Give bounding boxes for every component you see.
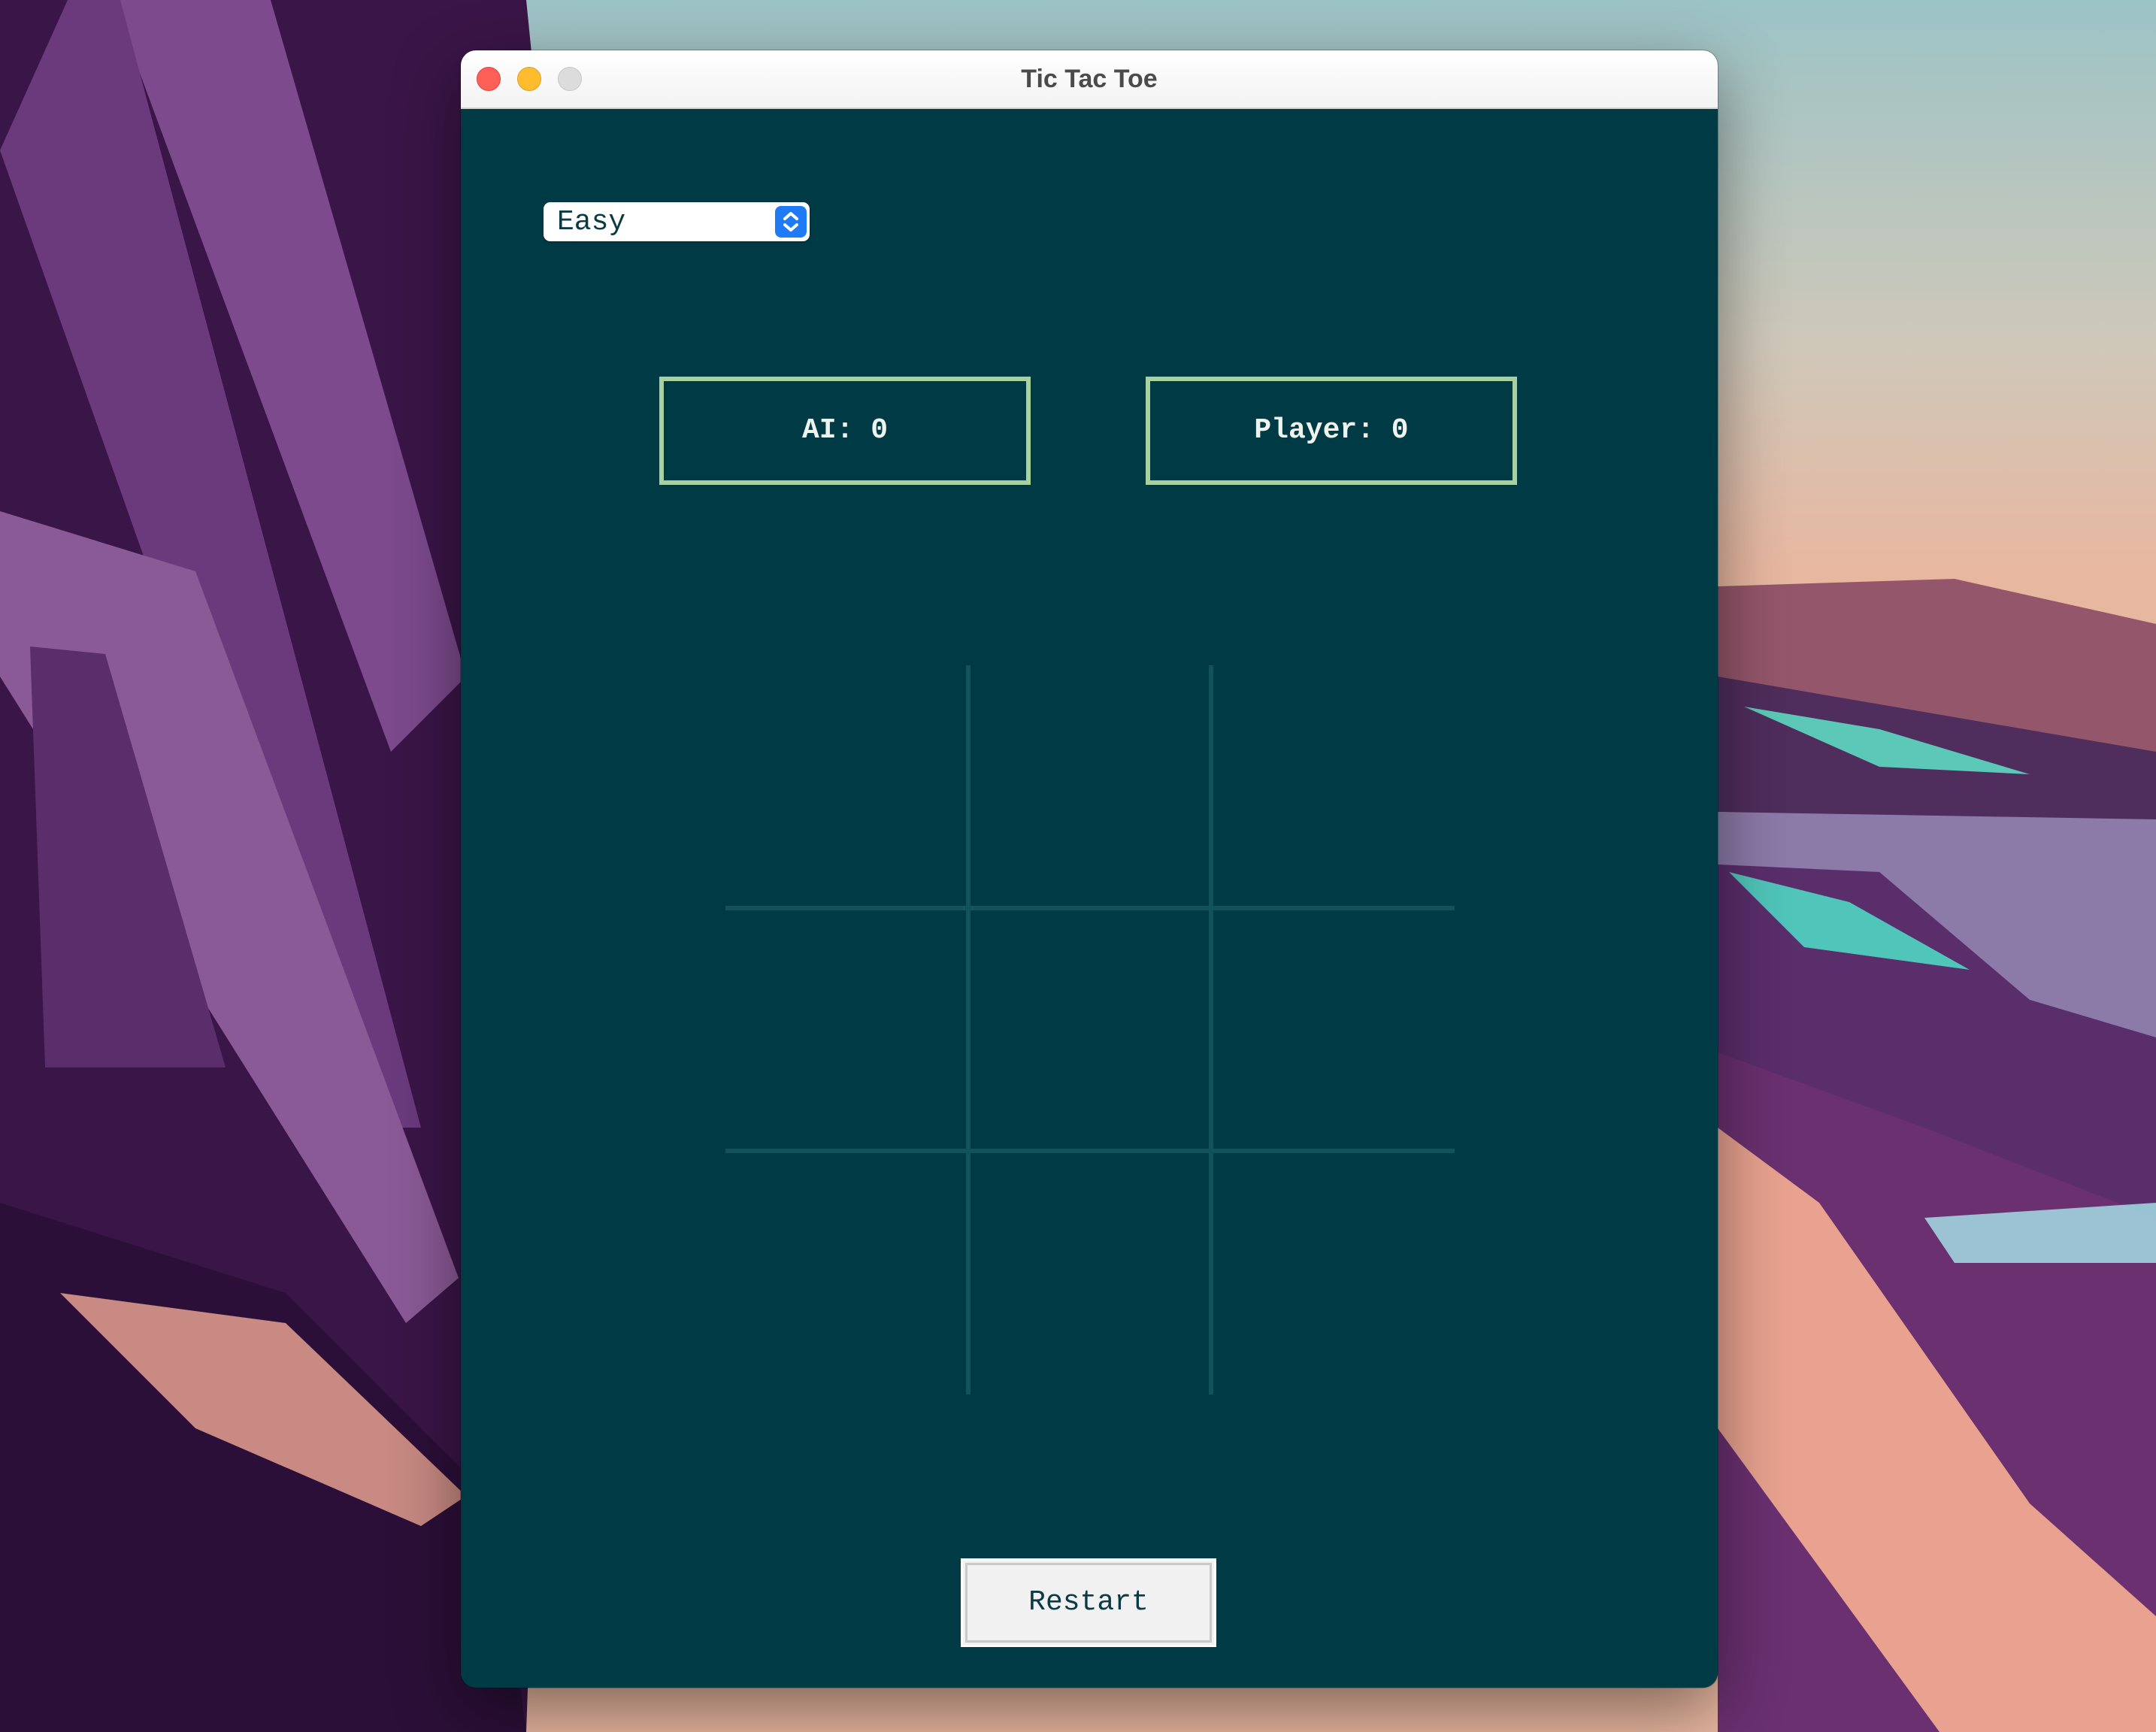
title-bar[interactable]: Tic Tac Toe	[461, 50, 1718, 109]
board-cell-1[interactable]	[725, 665, 968, 908]
app-window: Tic Tac Toe Easy AI: 0 Player: 0 Restart	[461, 50, 1718, 1688]
game-area: Easy AI: 0 Player: 0 Restart	[461, 109, 1718, 1688]
board-cell-3[interactable]	[1213, 665, 1456, 908]
board-cell-9[interactable]	[1213, 1153, 1456, 1396]
board-cell-6[interactable]	[1213, 910, 1456, 1153]
board-cell-4[interactable]	[725, 910, 968, 1153]
difficulty-select[interactable]: Easy	[544, 202, 810, 241]
game-board	[725, 665, 1455, 1394]
ai-score-box: AI: 0	[659, 377, 1031, 485]
difficulty-select-value: Easy	[557, 206, 626, 238]
board-cell-8[interactable]	[971, 1153, 1213, 1396]
restart-button[interactable]: Restart	[961, 1558, 1216, 1647]
window-title: Tic Tac Toe	[1021, 65, 1158, 93]
player-score-box: Player: 0	[1146, 377, 1517, 485]
board-cell-2[interactable]	[971, 665, 1213, 908]
board-cell-5[interactable]	[971, 910, 1213, 1153]
select-stepper-icon	[775, 206, 807, 238]
board-cell-7[interactable]	[725, 1153, 968, 1396]
